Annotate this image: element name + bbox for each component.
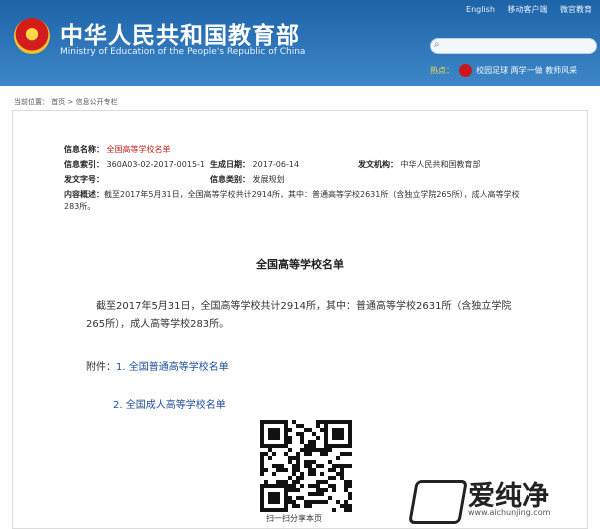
meta-docno-row: 发文字号：: [64, 174, 104, 185]
football-badge-icon: [458, 64, 472, 77]
watermark-url: www.aichunjing.com: [468, 508, 551, 517]
meta-abstract-label: 内容概述：: [64, 190, 104, 199]
hot-link-teachers[interactable]: 教师风采: [545, 66, 577, 75]
meta-org-row: 发文机构： 中华人民共和国教育部: [358, 159, 481, 170]
meta-date-value: 2017-06-14: [252, 160, 300, 169]
search-input[interactable]: ⌕: [430, 38, 597, 54]
hot-link-study[interactable]: 两学一做: [511, 66, 543, 75]
site-title[interactable]: 中华人民共和国教育部: [60, 16, 300, 50]
attachment-link-2[interactable]: 2. 全国成人高等学校名单: [113, 400, 226, 411]
breadcrumb-prefix: 当前位置：: [14, 98, 49, 106]
watermark-logo-icon: [408, 480, 468, 524]
meta-category-value: 发展规划: [252, 175, 285, 184]
breadcrumb-home[interactable]: 首页: [51, 98, 65, 106]
link-english[interactable]: English: [466, 5, 495, 14]
meta-index-row: 信息索引： 360A03-02-2017-0015-1: [64, 159, 205, 170]
site-subtitle: Ministry of Education of the People's Re…: [60, 47, 306, 57]
hot-links: 热点： 校园足球 两学一做 教师风采: [430, 64, 577, 77]
qr-caption: 扫一扫分享本页: [266, 514, 322, 523]
breadcrumb-section[interactable]: 信息公开专栏: [76, 98, 118, 106]
meta-index-value: 360A03-02-2017-0015-1: [106, 160, 206, 169]
attachment-row-2: 2. 全国成人高等学校名单: [113, 396, 226, 411]
breadcrumb: 当前位置： 首页 > 信息公开专栏: [14, 97, 118, 107]
meta-name-row: 信息名称： 全国高等学校名单: [64, 144, 171, 155]
hot-link-football[interactable]: 校园足球: [476, 66, 508, 75]
meta-date-label: 生成日期：: [210, 160, 250, 169]
meta-name-label: 信息名称：: [64, 145, 104, 154]
search-icon[interactable]: ⌕: [434, 39, 440, 50]
meta-abstract-value: 截至2017年5月31日，全国高等学校共计2914所，其中：普通高等学校2631…: [64, 190, 520, 211]
national-emblem-icon: [14, 18, 50, 54]
site-header: 中华人民共和国教育部 Ministry of Education of the …: [0, 0, 600, 86]
link-mobile-client[interactable]: 移动客户端: [507, 5, 547, 14]
meta-org-value: 中华人民共和国教育部: [400, 160, 481, 169]
meta-date-row: 生成日期： 2017-06-14: [210, 159, 299, 170]
watermark: 爱纯净 www.aichunjing.com: [408, 474, 592, 524]
link-wechat[interactable]: 微官教育: [560, 5, 592, 14]
meta-category-row: 信息类别： 发展规划: [210, 174, 285, 185]
meta-name-value: 全国高等学校名单: [106, 145, 171, 154]
attachment-row-1: 附件：1. 全国普通高等学校名单: [86, 358, 229, 373]
meta-docno-label: 发文字号：: [64, 175, 104, 184]
breadcrumb-separator: >: [67, 98, 74, 106]
meta-org-label: 发文机构：: [358, 160, 398, 169]
top-links: English 移动客户端 微官教育: [456, 4, 592, 15]
qr-code-icon: [260, 420, 352, 512]
attachment-label: 附件：: [86, 362, 116, 373]
meta-abstract: 内容概述：截至2017年5月31日，全国高等学校共计2914所，其中：普通高等学…: [64, 189, 534, 213]
document-paragraph: 截至2017年5月31日，全国高等学校共计2914所，其中：普通高等学校2631…: [86, 301, 512, 330]
attachment-link-1[interactable]: 1. 全国普通高等学校名单: [116, 362, 229, 373]
meta-category-label: 信息类别：: [210, 175, 250, 184]
hot-label: 热点：: [430, 66, 454, 75]
meta-index-label: 信息索引：: [64, 160, 104, 169]
document-title: 全国高等学校名单: [256, 258, 344, 271]
